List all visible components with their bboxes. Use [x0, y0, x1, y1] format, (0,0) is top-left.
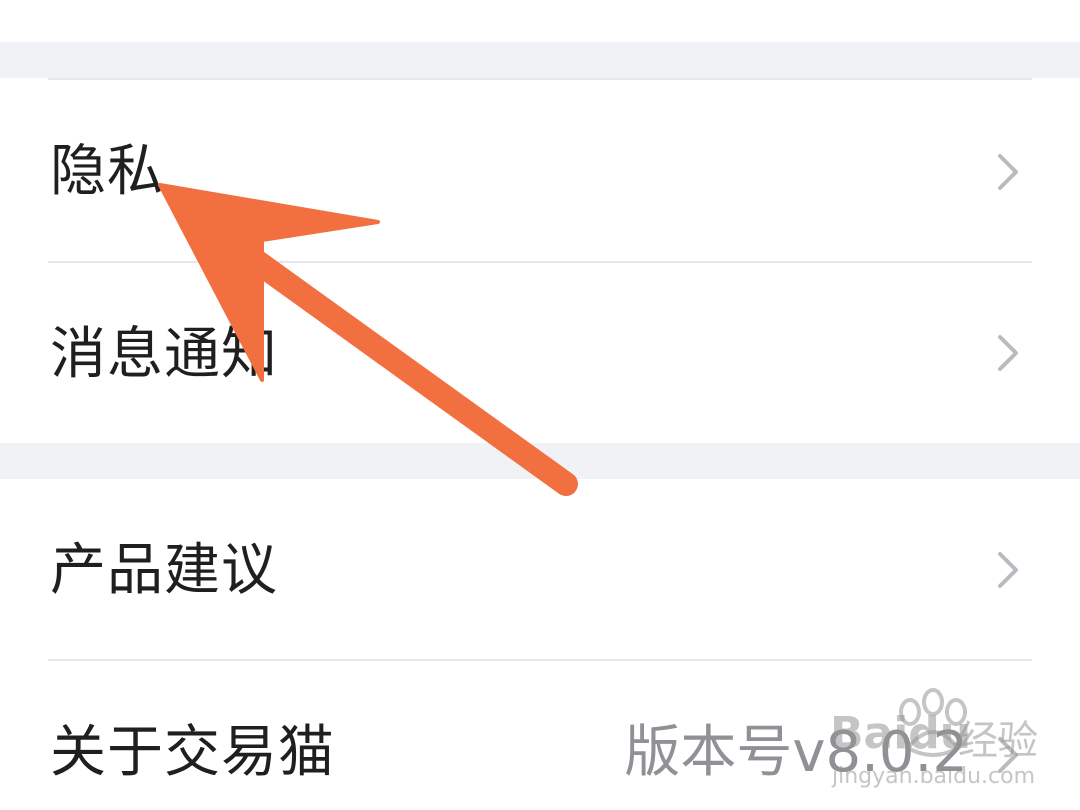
row-label-notifications: 消息通知 — [50, 322, 278, 387]
settings-row-about[interactable]: 关于交易猫 版本号v8.0.2 — [0, 661, 1080, 810]
row-label-about: 关于交易猫 — [50, 720, 335, 785]
settings-row-feedback[interactable]: 产品建议 — [0, 479, 1080, 659]
section-gap-middle — [0, 443, 1080, 479]
section-gap-top — [0, 42, 1080, 78]
chevron-right-icon — [998, 154, 1018, 190]
version-value: 版本号v8.0.2 — [624, 720, 968, 785]
settings-row-privacy[interactable]: 隐私 — [0, 80, 1080, 262]
settings-screen: 隐私 消息通知 产品建议 关于交易猫 版本号v8.0.2 Baidu 经验 ji… — [0, 0, 1080, 810]
chevron-right-icon — [998, 335, 1018, 371]
chevron-right-icon — [998, 737, 1018, 773]
chevron-right-icon — [998, 552, 1018, 588]
settings-row-notifications[interactable]: 消息通知 — [0, 263, 1080, 443]
row-label-feedback: 产品建议 — [50, 538, 278, 603]
row-label-privacy: 隐私 — [50, 139, 164, 204]
